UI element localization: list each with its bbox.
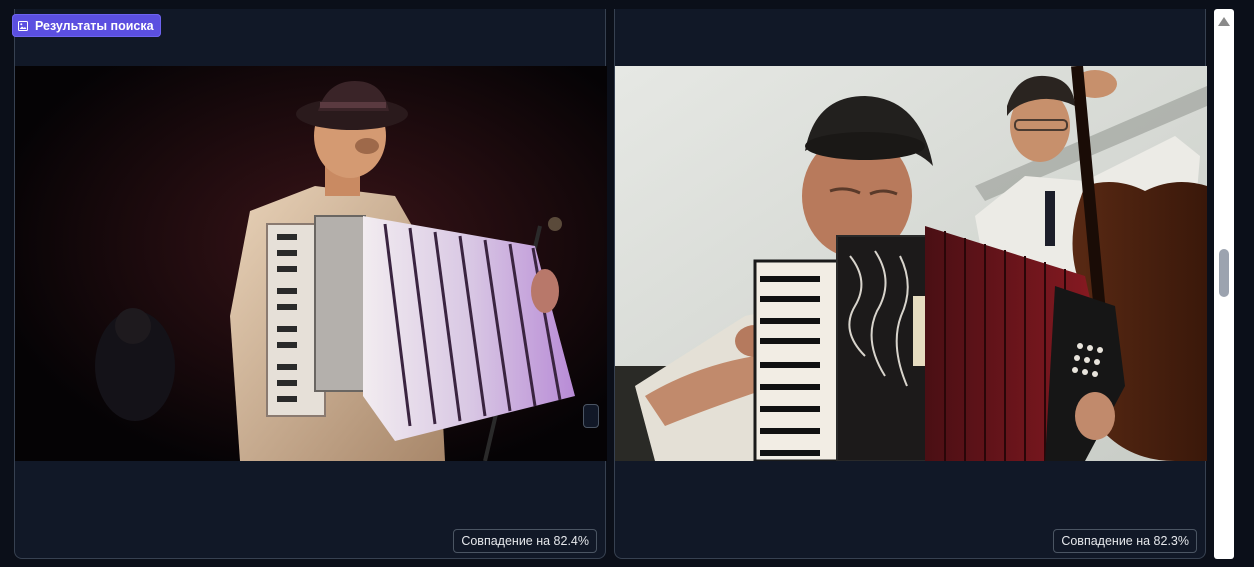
result-card-1[interactable]: Совпадение на 82.4% [14, 9, 607, 559]
match-score-badge-hidden [583, 404, 599, 428]
result-image-2[interactable] [615, 66, 1207, 461]
search-results-label: Результаты поиска [35, 18, 154, 33]
vertical-scrollbar[interactable] [1214, 9, 1234, 559]
search-results-badge: Результаты поиска [12, 14, 161, 37]
match-score-label: Совпадение на 82.4% [461, 534, 589, 548]
image-icon [18, 20, 28, 31]
results-viewport: Результаты поиска Совпадение на 82.4% Со… [0, 0, 1254, 567]
scrollbar-thumb[interactable] [1219, 249, 1229, 297]
match-score-badge: Совпадение на 82.4% [453, 529, 597, 553]
result-card-2[interactable]: Совпадение на 82.3% [614, 9, 1207, 559]
result-image-1[interactable] [15, 66, 607, 461]
arrow-up-icon[interactable] [1218, 17, 1230, 26]
match-score-badge: Совпадение на 82.3% [1053, 529, 1197, 553]
match-score-label: Совпадение на 82.3% [1061, 534, 1189, 548]
